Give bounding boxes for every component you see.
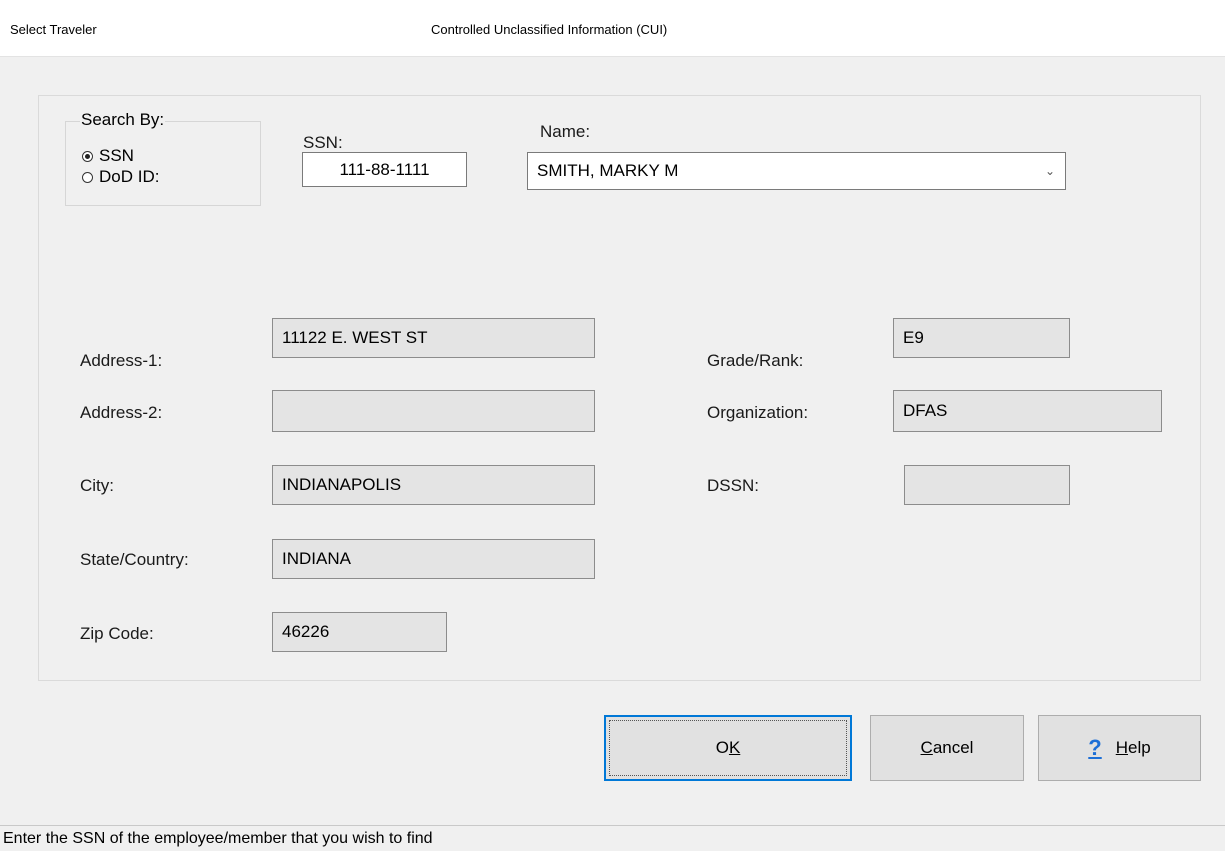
- status-bar: Enter the SSN of the employee/member tha…: [0, 825, 1225, 851]
- cui-banner: Controlled Unclassified Information (CUI…: [431, 22, 668, 37]
- radio-dod-id[interactable]: DoD ID:: [82, 167, 159, 187]
- status-text: Enter the SSN of the employee/member tha…: [3, 830, 433, 847]
- ssn-value: 111-88-1111: [339, 159, 430, 179]
- cancel-button[interactable]: Cancel: [870, 715, 1024, 781]
- zip-code-label: Zip Code:: [80, 624, 154, 643]
- dssn-field: [904, 465, 1070, 505]
- name-combobox[interactable]: SMITH, MARKY M ⌄: [527, 152, 1066, 190]
- ssn-input[interactable]: 111-88-1111: [302, 152, 467, 187]
- zip-code-value: 46226: [282, 622, 330, 641]
- help-button[interactable]: ? Help: [1038, 715, 1201, 781]
- address1-label: Address-1:: [80, 351, 163, 370]
- radio-unselected-icon: [82, 171, 93, 183]
- name-label: Name:: [540, 122, 591, 141]
- radio-ssn-label: SSN: [99, 146, 134, 165]
- address1-field: 11122 E. WEST ST: [272, 318, 595, 358]
- dssn-label: DSSN:: [707, 476, 759, 495]
- cancel-button-label: Cancel: [920, 738, 974, 757]
- organization-label: Organization:: [707, 403, 809, 422]
- address2-field: [272, 390, 595, 432]
- name-value: SMITH, MARKY M: [537, 161, 679, 180]
- zip-code-field: 46226: [272, 612, 447, 652]
- organization-value: DFAS: [903, 401, 948, 420]
- grade-rank-value: E9: [903, 328, 924, 347]
- focus-rectangle: [609, 720, 847, 776]
- state-country-field: INDIANA: [272, 539, 595, 579]
- city-value: INDIANAPOLIS: [282, 475, 402, 494]
- help-button-label: Help: [1115, 738, 1151, 757]
- title-bar: Select Traveler Controlled Unclassified …: [0, 0, 1225, 57]
- city-field: INDIANAPOLIS: [272, 465, 595, 505]
- chevron-down-icon[interactable]: ⌄: [1045, 164, 1055, 178]
- grade-rank-field: E9: [893, 318, 1070, 358]
- ssn-label: SSN:: [303, 133, 343, 152]
- window-title: Select Traveler: [10, 22, 97, 37]
- question-mark-icon: ?: [1088, 735, 1102, 760]
- grade-rank-label: Grade/Rank:: [707, 351, 804, 370]
- ok-button[interactable]: OK: [604, 715, 852, 781]
- address2-label: Address-2:: [80, 403, 163, 422]
- radio-selected-icon: [82, 150, 93, 162]
- organization-field: DFAS: [893, 390, 1162, 432]
- state-country-label: State/Country:: [80, 550, 189, 569]
- address1-value: 11122 E. WEST ST: [282, 328, 428, 347]
- radio-ssn[interactable]: SSN: [82, 146, 134, 166]
- city-label: City:: [80, 476, 114, 495]
- radio-dod-id-label: DoD ID:: [99, 167, 160, 186]
- search-by-title: Search By:: [80, 110, 166, 130]
- state-country-value: INDIANA: [282, 549, 351, 568]
